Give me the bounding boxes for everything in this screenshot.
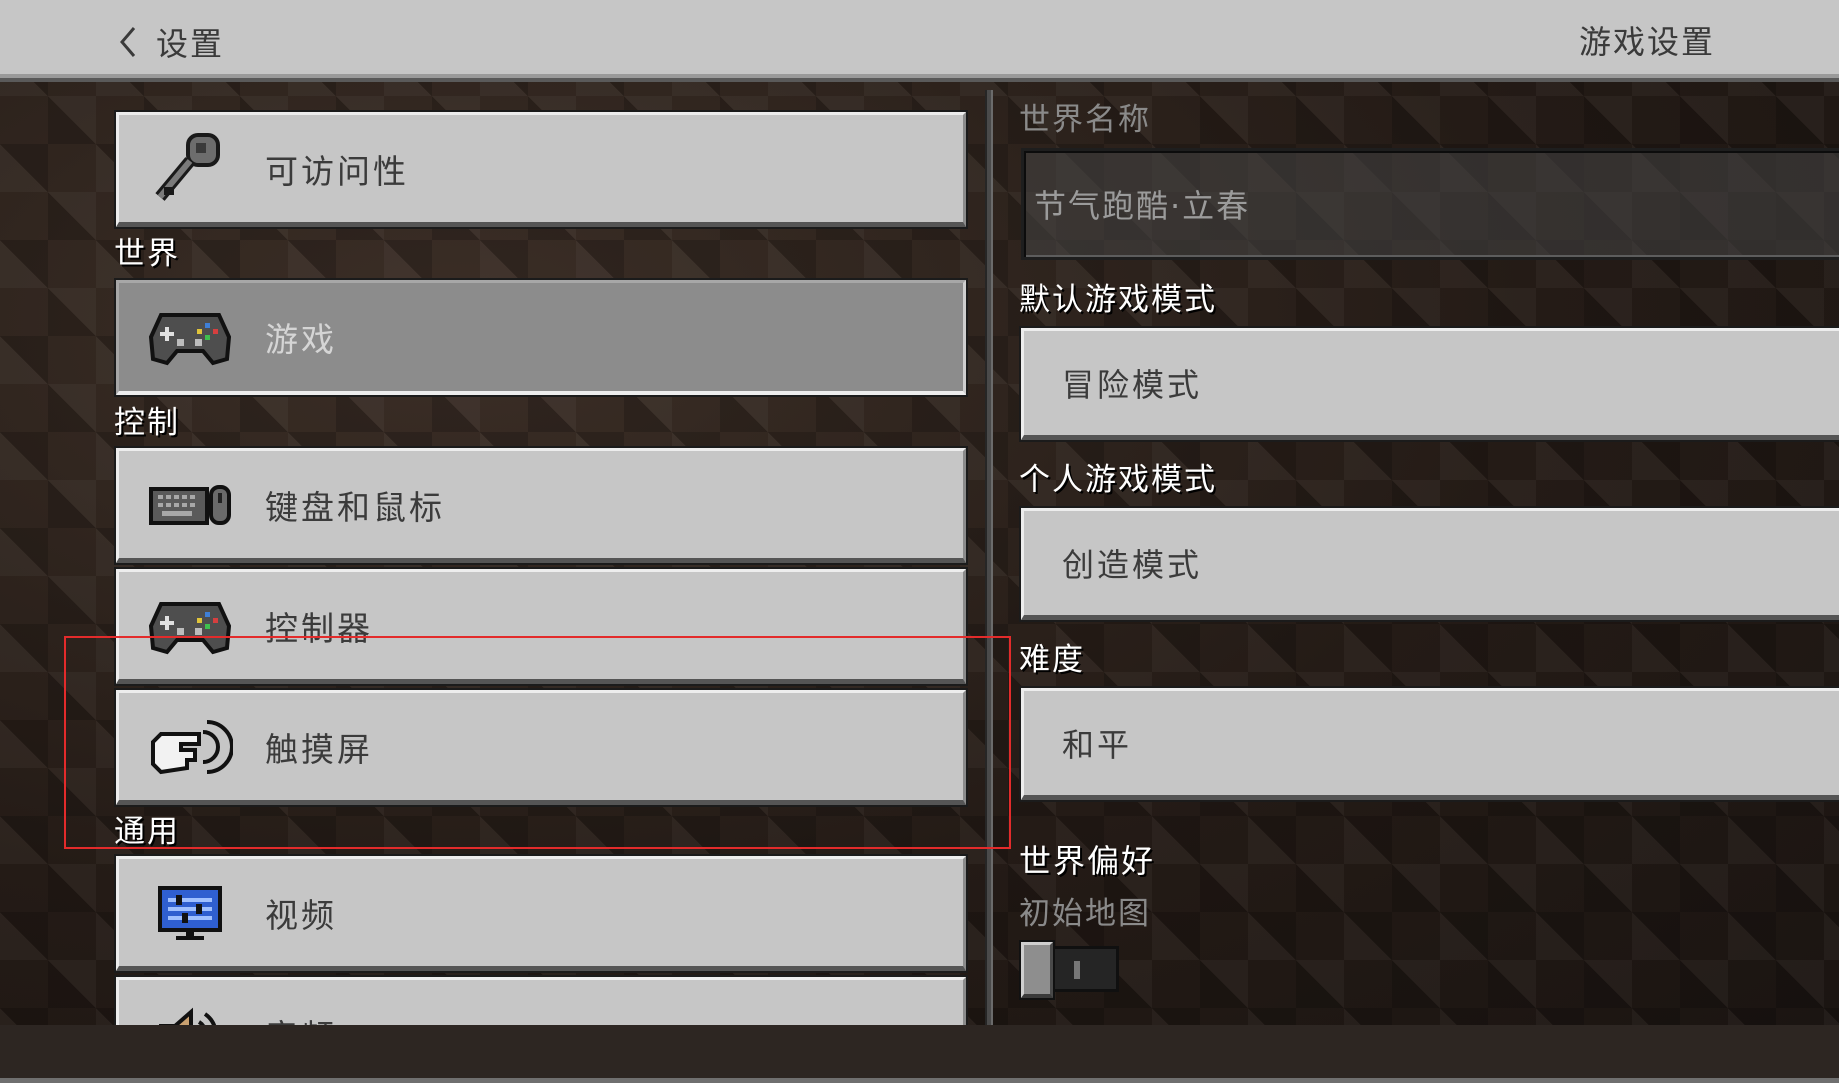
sidebar-item-audio[interactable]: 音频	[114, 975, 968, 1026]
section-label-world: 世界	[114, 236, 180, 272]
sidebar-item-label: 游戏	[265, 320, 337, 359]
touch-hand-icon	[145, 707, 235, 787]
speaker-icon	[145, 994, 235, 1025]
sidebar-item-touchscreen[interactable]: 触摸屏	[114, 688, 968, 807]
sidebar-item-label: 控制器	[265, 608, 373, 648]
difficulty-dropdown[interactable]: 和平	[1019, 686, 1839, 802]
world-name-value: 节气跑酷·立春	[1034, 187, 1251, 225]
section-label-controls: 控制	[114, 405, 180, 441]
personal-game-mode-dropdown[interactable]: 创造模式	[1019, 506, 1839, 622]
default-game-mode-dropdown[interactable]: 冒险模式	[1019, 326, 1839, 442]
sidebar-item-label: 音频	[265, 1010, 337, 1026]
default-game-mode-label: 默认游戏模式	[1019, 282, 1217, 318]
world-preferences-heading: 世界偏好	[1019, 842, 1156, 880]
back-label: 设置	[156, 25, 225, 63]
page-title: 游戏设置	[1578, 23, 1715, 61]
bottom-divider	[0, 1078, 1839, 1083]
sidebar-item-label: 键盘和鼠标	[265, 487, 445, 527]
top-bar: 设置 游戏设置	[0, 0, 1839, 82]
keyboard-mouse-icon	[145, 465, 235, 545]
sidebar-item-keyboard-mouse[interactable]: 键盘和鼠标	[114, 446, 968, 565]
section-label-general: 通用	[114, 814, 180, 850]
starting-map-label: 初始地图	[1019, 896, 1151, 932]
starting-map-toggle[interactable]	[1019, 940, 1119, 1000]
key-icon	[145, 129, 235, 209]
bottom-background	[0, 1025, 1839, 1083]
personal-game-mode-label: 个人游戏模式	[1019, 462, 1217, 498]
sidebar-item-label: 可访问性	[265, 151, 409, 191]
settings-sidebar[interactable]: 可访问性 世界 游戏 控制 键盘和鼠标 控制器 触摸屏 通用 视频	[0, 90, 985, 1025]
sidebar-item-controller[interactable]: 控制器	[114, 567, 968, 686]
difficulty-label: 难度	[1019, 642, 1085, 678]
difficulty-value: 和平	[1062, 726, 1133, 764]
sidebar-item-accessibility[interactable]: 可访问性	[114, 110, 968, 229]
sidebar-item-video[interactable]: 视频	[114, 854, 968, 973]
default-game-mode-value: 冒险模式	[1062, 366, 1203, 404]
game-settings-panel[interactable]: 世界名称 节气跑酷·立春 默认游戏模式 冒险模式 个人游戏模式 创造模式 难度 …	[993, 90, 1839, 1025]
monitor-icon	[145, 873, 235, 953]
chevron-left-icon	[120, 27, 136, 57]
toggle-knob[interactable]	[1019, 940, 1055, 1000]
sidebar-item-label: 视频	[265, 895, 337, 935]
personal-game-mode-value: 创造模式	[1062, 546, 1203, 584]
sidebar-item-label: 触摸屏	[265, 729, 373, 769]
gamepad-icon	[145, 297, 235, 377]
back-button[interactable]: 设置	[118, 20, 224, 64]
world-name-label: 世界名称	[1019, 102, 1151, 138]
world-name-input[interactable]: 节气跑酷·立春	[1021, 148, 1839, 260]
sidebar-item-game[interactable]: 游戏	[114, 278, 968, 397]
controller-icon	[145, 586, 235, 666]
panel-divider[interactable]	[985, 90, 993, 1025]
